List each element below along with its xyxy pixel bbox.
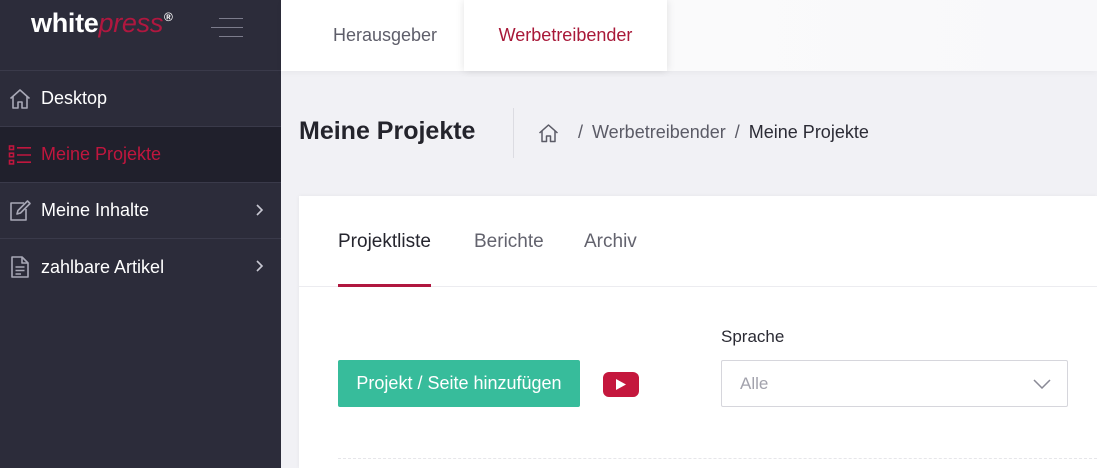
chevron-down-icon: [1033, 379, 1051, 389]
sidebar-item-label: Meine Inhalte: [41, 200, 150, 220]
chevron-right-icon: [256, 204, 264, 216]
whitepress-logo[interactable]: whitepress®: [31, 8, 173, 39]
sidebar-item-desktop[interactable]: Desktop: [0, 71, 281, 127]
sidebar-item-meine-projekte[interactable]: Meine Projekte: [0, 127, 281, 183]
breadcrumb-current: Meine Projekte: [748, 122, 869, 142]
sidebar-item-label: zahlbare Artikel: [41, 256, 165, 277]
sidebar-item-label: Desktop: [41, 88, 108, 108]
tab-archiv[interactable]: Archiv: [584, 196, 637, 287]
page-title: Meine Projekte: [299, 117, 476, 145]
document-icon: [8, 255, 32, 279]
edit-icon: [8, 199, 32, 223]
sidebar-item-meine-inhalte[interactable]: Meine Inhalte: [0, 183, 281, 239]
divider: [513, 108, 514, 158]
chevron-right-icon: [256, 260, 264, 272]
sidebar-item-label: Meine Projekte: [41, 144, 162, 164]
breadcrumb-separator: /: [578, 122, 584, 142]
brand-bar: whitepress®: [0, 0, 281, 71]
tab-herausgeber[interactable]: Herausgeber: [306, 0, 464, 71]
divider: [338, 458, 1097, 459]
breadcrumb: / Werbetreibender / Meine Projekte: [538, 122, 869, 143]
top-navigation: Herausgeber Werbetreibender: [281, 0, 1097, 71]
sidebar: whitepress® Desktop Meine Projekte Meine…: [0, 0, 281, 468]
content-tabs: Projektliste Berichte Archiv: [299, 196, 1097, 287]
language-selected-value: Alle: [740, 374, 769, 393]
language-select[interactable]: Alle: [721, 360, 1068, 407]
home-icon[interactable]: [538, 123, 559, 143]
add-project-button[interactable]: Projekt / Seite hinzufügen: [338, 360, 580, 407]
tab-projektliste[interactable]: Projektliste: [338, 196, 431, 287]
home-icon: [8, 87, 32, 111]
sidebar-item-zahlbare-artikel[interactable]: zahlbare Artikel: [0, 239, 281, 295]
tab-werbetreibender[interactable]: Werbetreibender: [464, 0, 667, 71]
projects-card: Projektliste Berichte Archiv Projekt / S…: [299, 196, 1097, 468]
tab-berichte[interactable]: Berichte: [474, 196, 544, 287]
breadcrumb-separator: /: [734, 122, 740, 142]
hamburger-icon[interactable]: [211, 16, 243, 40]
language-label: Sprache: [721, 327, 785, 346]
breadcrumb-werbetreibender[interactable]: Werbetreibender: [592, 122, 726, 143]
list-icon: [8, 143, 32, 167]
youtube-icon[interactable]: [603, 372, 639, 397]
